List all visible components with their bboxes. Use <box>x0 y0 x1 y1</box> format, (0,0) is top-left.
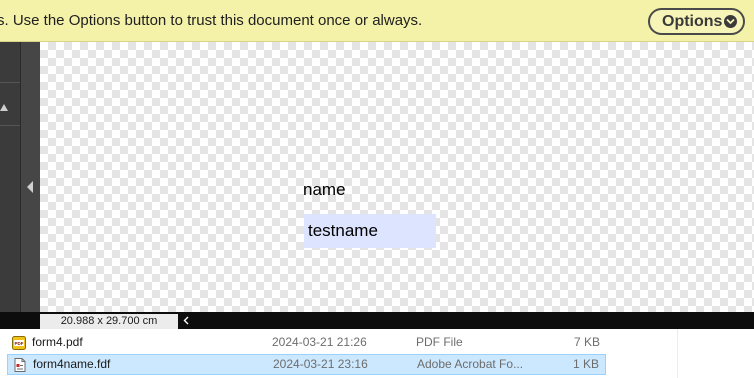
file-date: 2024-03-21 21:26 <box>272 335 367 349</box>
file-date: 2024-03-21 23:16 <box>273 357 368 371</box>
chevron-down-icon <box>724 15 737 28</box>
file-size: 1 KB <box>572 357 599 371</box>
panel-scroll-up-icon[interactable] <box>0 98 8 116</box>
trust-banner-message: s. Use the Options button to trust this … <box>0 12 423 29</box>
navigation-panel <box>0 42 20 312</box>
status-bar: 20.988 x 29.700 cm <box>0 312 754 329</box>
panel-collapse-strip[interactable] <box>20 42 40 312</box>
file-list: PDF form4.pdf 2024-03-21 21:26 PDF File … <box>0 329 754 378</box>
file-type: PDF File <box>416 335 463 349</box>
file-size: 7 KB <box>573 335 600 349</box>
page-size-readout: 20.988 x 29.700 cm <box>40 314 178 329</box>
pdf-file-icon: PDF <box>12 336 26 350</box>
scroll-left-icon[interactable] <box>181 314 193 327</box>
svg-text:PDF: PDF <box>15 341 24 346</box>
file-row-selected[interactable]: form4name.fdf 2024-03-21 23:16 Adobe Acr… <box>7 354 606 375</box>
collapse-left-icon[interactable] <box>26 180 34 198</box>
list-column-divider <box>677 329 678 378</box>
document-canvas: name <box>40 42 754 312</box>
name-field-label: name <box>303 180 346 199</box>
options-button[interactable]: Options <box>648 8 745 35</box>
panel-divider <box>0 82 20 83</box>
name-input[interactable] <box>304 214 436 248</box>
options-button-label: Options <box>662 13 723 30</box>
file-name: form4.pdf <box>32 335 83 349</box>
panel-divider <box>0 125 20 126</box>
fdf-file-icon <box>13 358 27 372</box>
acrobat-window: s. Use the Options button to trust this … <box>0 0 754 378</box>
file-row[interactable]: PDF form4.pdf 2024-03-21 21:26 PDF File … <box>7 333 606 354</box>
file-type: Adobe Acrobat Fo... <box>417 357 524 371</box>
file-name: form4name.fdf <box>33 357 111 371</box>
trust-banner: s. Use the Options button to trust this … <box>0 0 754 42</box>
